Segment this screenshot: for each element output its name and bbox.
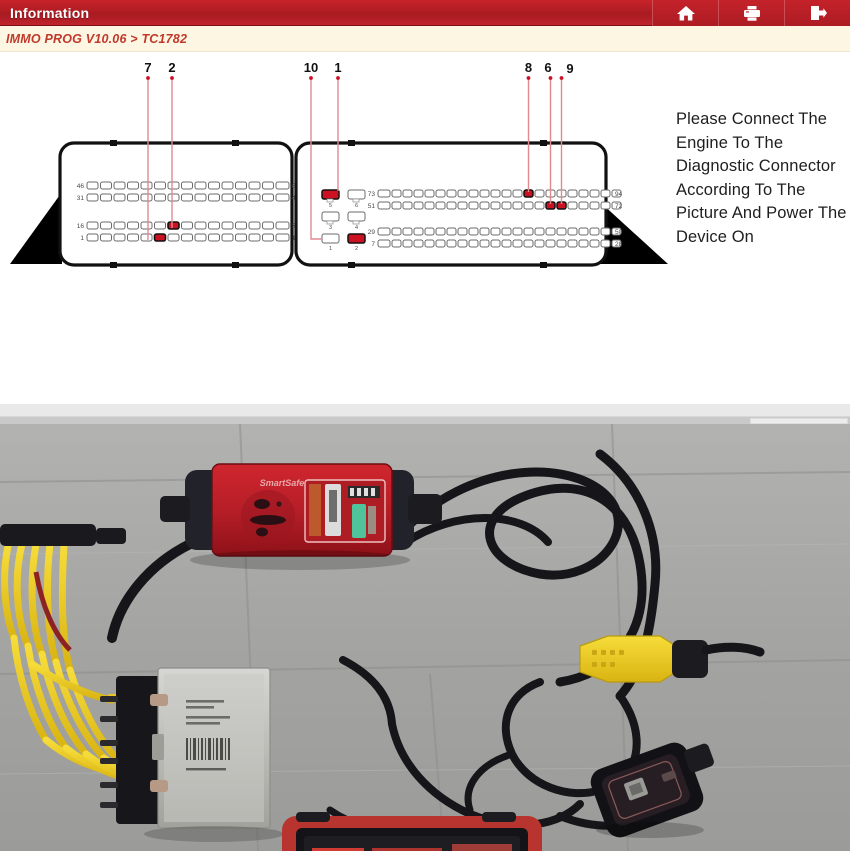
callout-label: 7: [144, 60, 151, 75]
big-pin-6: [347, 189, 366, 200]
big-pin-label: 4: [355, 225, 358, 231]
callout-label: 2: [168, 60, 175, 75]
ecu-module: [100, 667, 284, 842]
big-pin-5: [321, 189, 340, 200]
big-pin-label: 2: [355, 246, 358, 252]
connector-diagram: 46 31 16 1 60 45 30 15 7 2: [10, 60, 668, 268]
connector-diagram-area: 46 31 16 1 60 45 30 15 7 2: [0, 52, 850, 404]
big-pin-label: 3: [329, 225, 332, 231]
svg-text:SmartSafe: SmartSafe: [260, 478, 305, 488]
exit-icon: [808, 4, 828, 22]
big-pin-4: [347, 211, 366, 222]
big-pin-1: [321, 233, 340, 244]
home-icon: [676, 4, 696, 22]
row-label: 7: [371, 241, 375, 248]
print-icon: [742, 4, 762, 22]
print-button[interactable]: [718, 0, 784, 26]
content-gap: [0, 404, 850, 416]
home-button[interactable]: [652, 0, 718, 26]
row-label: 51: [368, 203, 376, 210]
big-pin-3: [321, 211, 340, 222]
setup-photo-image: SmartSafe: [0, 424, 850, 851]
big-pin-label: 5: [329, 203, 332, 209]
row-label: 1: [80, 235, 84, 242]
instruction-text: Please Connect The Engine To The Diagnos…: [676, 110, 847, 246]
row-label: 73: [368, 191, 376, 198]
left-connector-body: [58, 141, 294, 267]
callout-label: 1: [334, 60, 341, 75]
setup-photo: SmartSafe: [0, 424, 850, 851]
callout-label: 6: [544, 60, 551, 75]
row-label: 50: [615, 229, 623, 236]
row-label: 28: [615, 241, 623, 248]
callout-label: 10: [304, 60, 318, 75]
horizontal-scrollbar[interactable]: [0, 416, 850, 424]
breadcrumb[interactable]: IMMO PROG V10.06 > TC1782: [0, 32, 187, 46]
title-bar-actions: [652, 0, 850, 26]
big-pin-2: [347, 233, 366, 244]
page-title: Information: [10, 4, 90, 21]
row-label: 31: [77, 195, 85, 202]
breadcrumb-bar: IMMO PROG V10.06 > TC1782: [0, 26, 850, 52]
row-label: 46: [77, 183, 85, 190]
diagnostic-tablet: [282, 812, 542, 851]
big-pin-label: 6: [355, 203, 358, 209]
row-label: 94: [615, 191, 623, 198]
row-label: 29: [368, 229, 376, 236]
row-label: 16: [77, 223, 85, 230]
connector-shroud-left: [10, 192, 62, 264]
title-bar: Information: [0, 0, 850, 26]
callout-label: 8: [525, 60, 532, 75]
callout-label: 9: [566, 61, 573, 76]
row-label: 72: [615, 203, 623, 210]
exit-button[interactable]: [784, 0, 850, 26]
big-pin-label: 1: [329, 246, 332, 252]
